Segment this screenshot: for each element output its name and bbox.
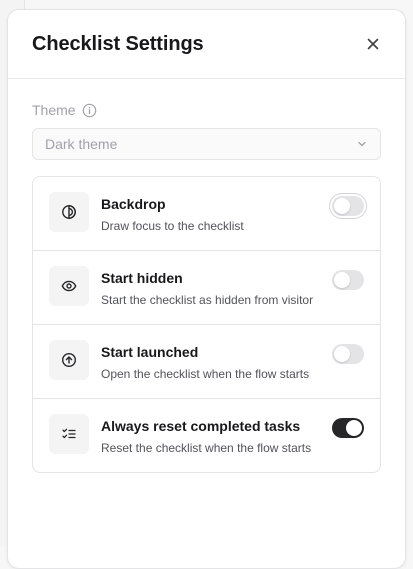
option-backdrop: Backdrop Draw focus to the checklist [33,177,380,251]
option-always-reset: Always reset completed tasks Reset the c… [33,399,380,472]
info-icon[interactable] [82,103,97,118]
contrast-icon [49,192,89,232]
toggle-knob [334,272,350,288]
option-start-launched: Start launched Open the checklist when t… [33,325,380,399]
arrow-up-circle-icon [49,340,89,380]
eye-icon [49,266,89,306]
option-description: Reset the checklist when the flow starts [101,441,312,455]
option-text: Always reset completed tasks Reset the c… [101,414,332,456]
option-text: Start launched Open the checklist when t… [101,340,332,382]
close-icon [367,38,379,50]
theme-select-value: Dark theme [45,136,118,152]
toggle-knob [334,346,350,362]
option-description: Draw focus to the checklist [101,219,244,233]
option-description: Start the checklist as hidden from visit… [101,293,314,307]
list-checks-icon [49,414,89,454]
backdrop-toggle[interactable] [332,196,364,216]
start-hidden-toggle[interactable] [332,270,364,290]
chevron-down-icon [358,141,366,147]
toggle-knob [346,420,362,436]
close-button[interactable] [361,32,385,56]
option-title: Backdrop [101,196,166,212]
always-reset-toggle[interactable] [332,418,364,438]
option-title: Start launched [101,344,199,360]
theme-select[interactable]: Dark theme [32,128,381,160]
toggle-knob [334,198,350,214]
panel-header: Checklist Settings [8,10,405,79]
options-list: Backdrop Draw focus to the checklist Sta… [32,176,381,473]
checklist-settings-panel: Checklist Settings Theme Dark theme Back… [7,9,406,569]
theme-label: Theme [32,102,76,118]
panel-title: Checklist Settings [32,32,204,55]
option-text: Backdrop Draw focus to the checklist [101,192,332,234]
option-description: Open the checklist when the flow starts [101,367,310,381]
theme-field-label: Theme [32,99,381,121]
option-text: Start hidden Start the checklist as hidd… [101,266,332,308]
option-title: Start hidden [101,270,183,286]
option-title: Always reset completed tasks [101,418,301,434]
start-launched-toggle[interactable] [332,344,364,364]
option-start-hidden: Start hidden Start the checklist as hidd… [33,251,380,325]
panel-body: Theme Dark theme Backdrop Draw focus to … [8,79,405,473]
